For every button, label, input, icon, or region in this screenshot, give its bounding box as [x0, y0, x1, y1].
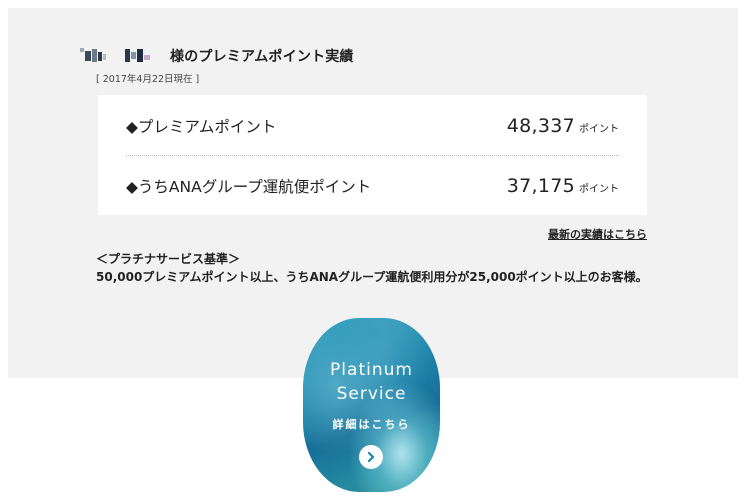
- as-of-date: [ 2017年4月22日現在 ]: [96, 74, 200, 85]
- page-title: 様のプレミアムポイント実績: [170, 49, 354, 65]
- banner-arrow-button[interactable]: [359, 445, 383, 469]
- ana-group-points-value: 37,175: [506, 175, 575, 197]
- masked-user-name: [80, 46, 160, 66]
- premium-points-label: ◆プレミアムポイント: [126, 118, 277, 136]
- page-header: 様のプレミアムポイント実績: [80, 44, 354, 68]
- premium-points-unit: ポイント: [579, 124, 619, 135]
- platinum-criteria-text: 50,000プレミアムポイント以上、うちANAグループ運航便利用分が25,000…: [96, 270, 648, 284]
- ana-group-points-row: ◆うちANAグループ運航便ポイント 37,175 ポイント: [126, 157, 619, 215]
- premium-points-value: 48,337: [506, 115, 575, 137]
- row-divider: [126, 155, 619, 156]
- banner-title-line1: Platinum: [330, 360, 413, 380]
- points-card: ◆プレミアムポイント 48,337 ポイント ◆うちANAグループ運航便ポイント…: [98, 95, 647, 215]
- banner-title-line2: Service: [336, 384, 407, 404]
- chevron-right-icon: [367, 451, 375, 463]
- premium-points-value-group: 48,337 ポイント: [507, 115, 619, 137]
- ana-group-points-label: ◆うちANAグループ運航便ポイント: [126, 178, 372, 196]
- platinum-criteria-title: ＜プラチナサービス基準＞: [96, 252, 241, 266]
- ana-group-points-unit: ポイント: [579, 184, 619, 195]
- platinum-service-banner[interactable]: Platinum Service 詳細はこちら: [303, 318, 440, 492]
- ana-group-points-value-group: 37,175 ポイント: [507, 175, 619, 197]
- banner-details-label: 詳細はこちら: [332, 418, 411, 431]
- premium-points-row: ◆プレミアムポイント 48,337 ポイント: [126, 97, 619, 155]
- latest-results-link[interactable]: 最新の実績はこちら: [548, 226, 647, 242]
